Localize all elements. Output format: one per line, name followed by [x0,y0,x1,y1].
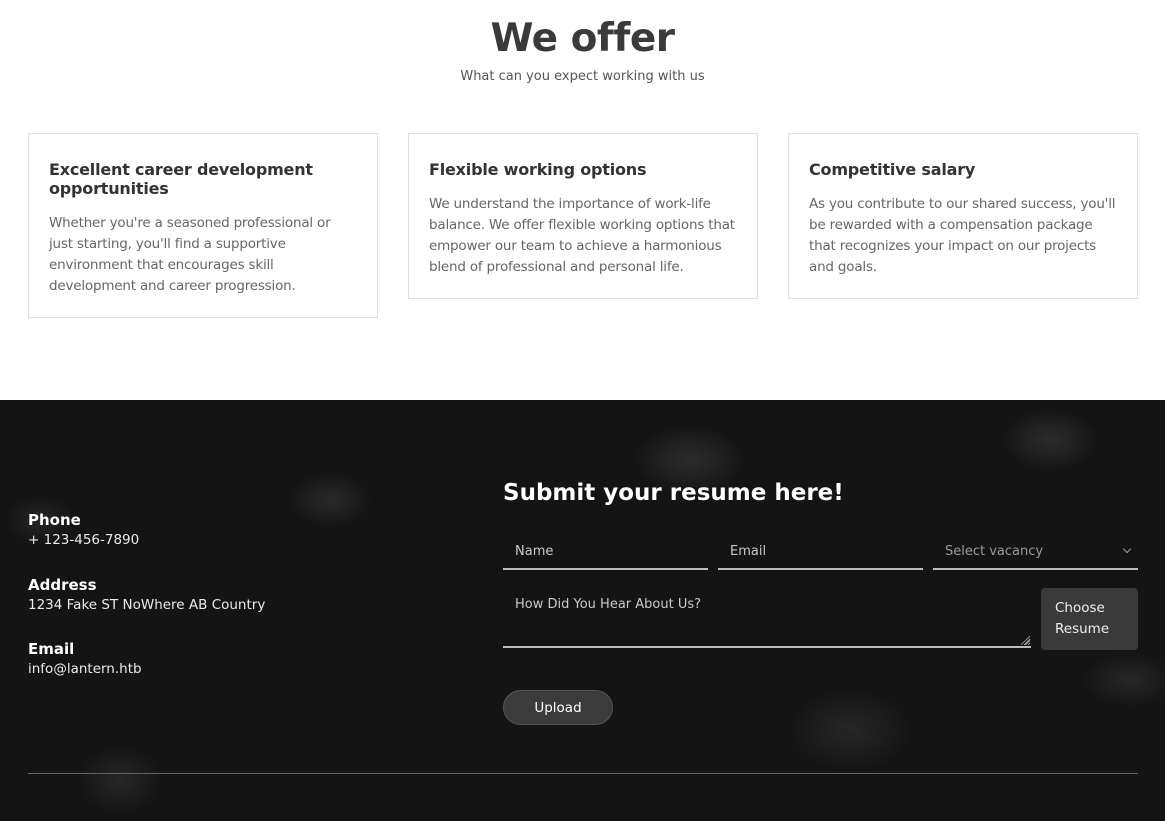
phone-label: Phone [28,511,81,529]
message-field [503,588,1031,648]
card-text: Whether you're a seasoned professional o… [49,215,331,294]
choose-resume-button[interactable]: Choose Resume [1041,588,1138,650]
form-title: Submit your resume here! [503,480,844,506]
footer-section: Phone + 123-456-7890 Address 1234 Fake S… [0,400,1165,821]
email-input[interactable] [718,534,923,568]
hear-about-us-textarea[interactable] [503,588,1031,646]
card-text: As you contribute to our shared success,… [809,196,1116,275]
offer-card-flexible: Flexible working options We understand t… [408,133,758,299]
address-value: 1234 Fake ST NoWhere AB Country [28,597,266,613]
address-label: Address [28,576,97,594]
email-field [718,534,923,570]
contact-phone: Phone + 123-456-7890 [28,511,139,549]
phone-value[interactable]: + 123-456-7890 [28,531,139,549]
vacancy-select[interactable]: Select vacancy [933,534,1138,568]
name-input[interactable] [503,534,708,568]
name-field [503,534,708,570]
resize-handle-icon[interactable] [1021,636,1030,645]
email-value[interactable]: info@lantern.htb [28,660,142,678]
card-title: Competitive salary [809,160,976,179]
offer-card-career: Excellent career development opportuniti… [28,133,378,318]
card-title: Excellent career development opportuniti… [49,160,313,198]
vacancy-field: Select vacancy [933,534,1138,570]
offer-subtitle: What can you expect working with us [460,69,705,84]
offer-section: We offer What can you expect working wit… [0,0,1165,400]
footer-divider [28,773,1138,774]
offer-card-salary: Competitive salary As you contribute to … [788,133,1138,299]
card-text: We understand the importance of work-lif… [429,196,735,275]
contact-email: Email info@lantern.htb [28,640,142,678]
card-title: Flexible working options [429,160,647,179]
contact-address: Address 1234 Fake ST NoWhere AB Country [28,576,265,614]
email-label: Email [28,640,75,658]
upload-button[interactable]: Upload [503,690,613,725]
offer-title: We offer [490,16,675,61]
